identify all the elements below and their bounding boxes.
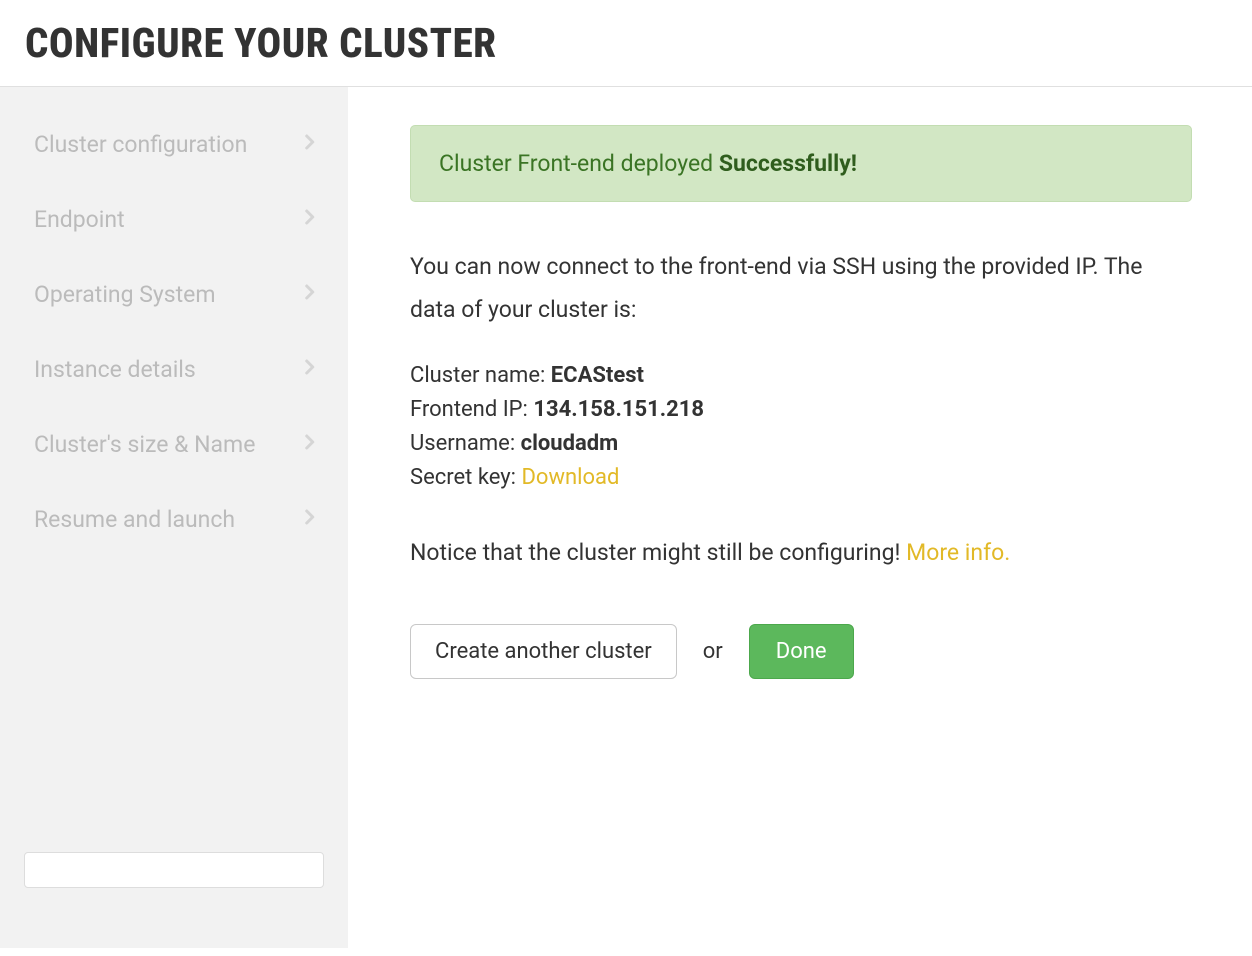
sidebar-input-holder [0, 852, 348, 948]
main-content: Cluster Front-end deployed Successfully!… [348, 87, 1252, 948]
more-info-link[interactable]: More info. [906, 539, 1010, 566]
sidebar-item-operating-system[interactable]: Operating System [0, 257, 348, 332]
create-another-button[interactable]: Create another cluster [410, 624, 677, 679]
chevron-right-icon [300, 282, 318, 307]
secret-key-row: Secret key: Download [410, 461, 1192, 495]
notice-text: Notice that the cluster might still be c… [410, 535, 1192, 572]
alert-prefix: Cluster Front-end deployed [439, 150, 719, 177]
username-value: cloudadm [521, 431, 619, 456]
chevron-right-icon [300, 207, 318, 232]
sidebar-item-label: Operating System [34, 281, 216, 308]
cluster-name-value: ECAStest [551, 363, 644, 388]
sidebar-spacer [0, 557, 348, 852]
content-wrapper: Cluster configuration Endpoint Operating… [0, 87, 1252, 948]
chevron-right-icon [300, 357, 318, 382]
username-label: Username: [410, 431, 521, 456]
done-button[interactable]: Done [749, 624, 854, 679]
cluster-name-row: Cluster name: ECAStest [410, 359, 1192, 393]
cluster-name-label: Cluster name: [410, 363, 551, 388]
sidebar-item-cluster-configuration[interactable]: Cluster configuration [0, 107, 348, 182]
chevron-right-icon [300, 507, 318, 532]
chevron-right-icon [300, 432, 318, 457]
sidebar-item-endpoint[interactable]: Endpoint [0, 182, 348, 257]
button-row: Create another cluster or Done [410, 624, 1192, 679]
page-title: CONFIGURE YOUR CLUSTER [25, 20, 1227, 68]
sidebar-item-label: Cluster's size & Name [34, 431, 255, 458]
sidebar-item-resume-launch[interactable]: Resume and launch [0, 482, 348, 557]
frontend-ip-value: 134.158.151.218 [533, 397, 704, 422]
secret-key-label: Secret key: [410, 465, 521, 490]
alert-success-strong: Successfully! [719, 150, 857, 177]
download-link[interactable]: Download [521, 465, 619, 490]
username-row: Username: cloudadm [410, 427, 1192, 461]
sidebar-item-label: Endpoint [34, 206, 125, 233]
chevron-right-icon [300, 132, 318, 157]
or-text: or [703, 639, 723, 664]
notice-text-label: Notice that the cluster might still be c… [410, 539, 906, 566]
sidebar-item-label: Resume and launch [34, 506, 235, 533]
intro-text: You can now connect to the front-end via… [410, 246, 1192, 331]
sidebar-input[interactable] [24, 852, 324, 888]
frontend-ip-row: Frontend IP: 134.158.151.218 [410, 393, 1192, 427]
alert-success: Cluster Front-end deployed Successfully! [410, 125, 1192, 202]
header: CONFIGURE YOUR CLUSTER [0, 0, 1252, 87]
sidebar-item-cluster-size-name[interactable]: Cluster's size & Name [0, 407, 348, 482]
cluster-details: Cluster name: ECAStest Frontend IP: 134.… [410, 359, 1192, 495]
sidebar-item-label: Cluster configuration [34, 131, 247, 158]
frontend-ip-label: Frontend IP: [410, 397, 533, 422]
sidebar: Cluster configuration Endpoint Operating… [0, 87, 348, 948]
sidebar-item-label: Instance details [34, 356, 196, 383]
sidebar-item-instance-details[interactable]: Instance details [0, 332, 348, 407]
